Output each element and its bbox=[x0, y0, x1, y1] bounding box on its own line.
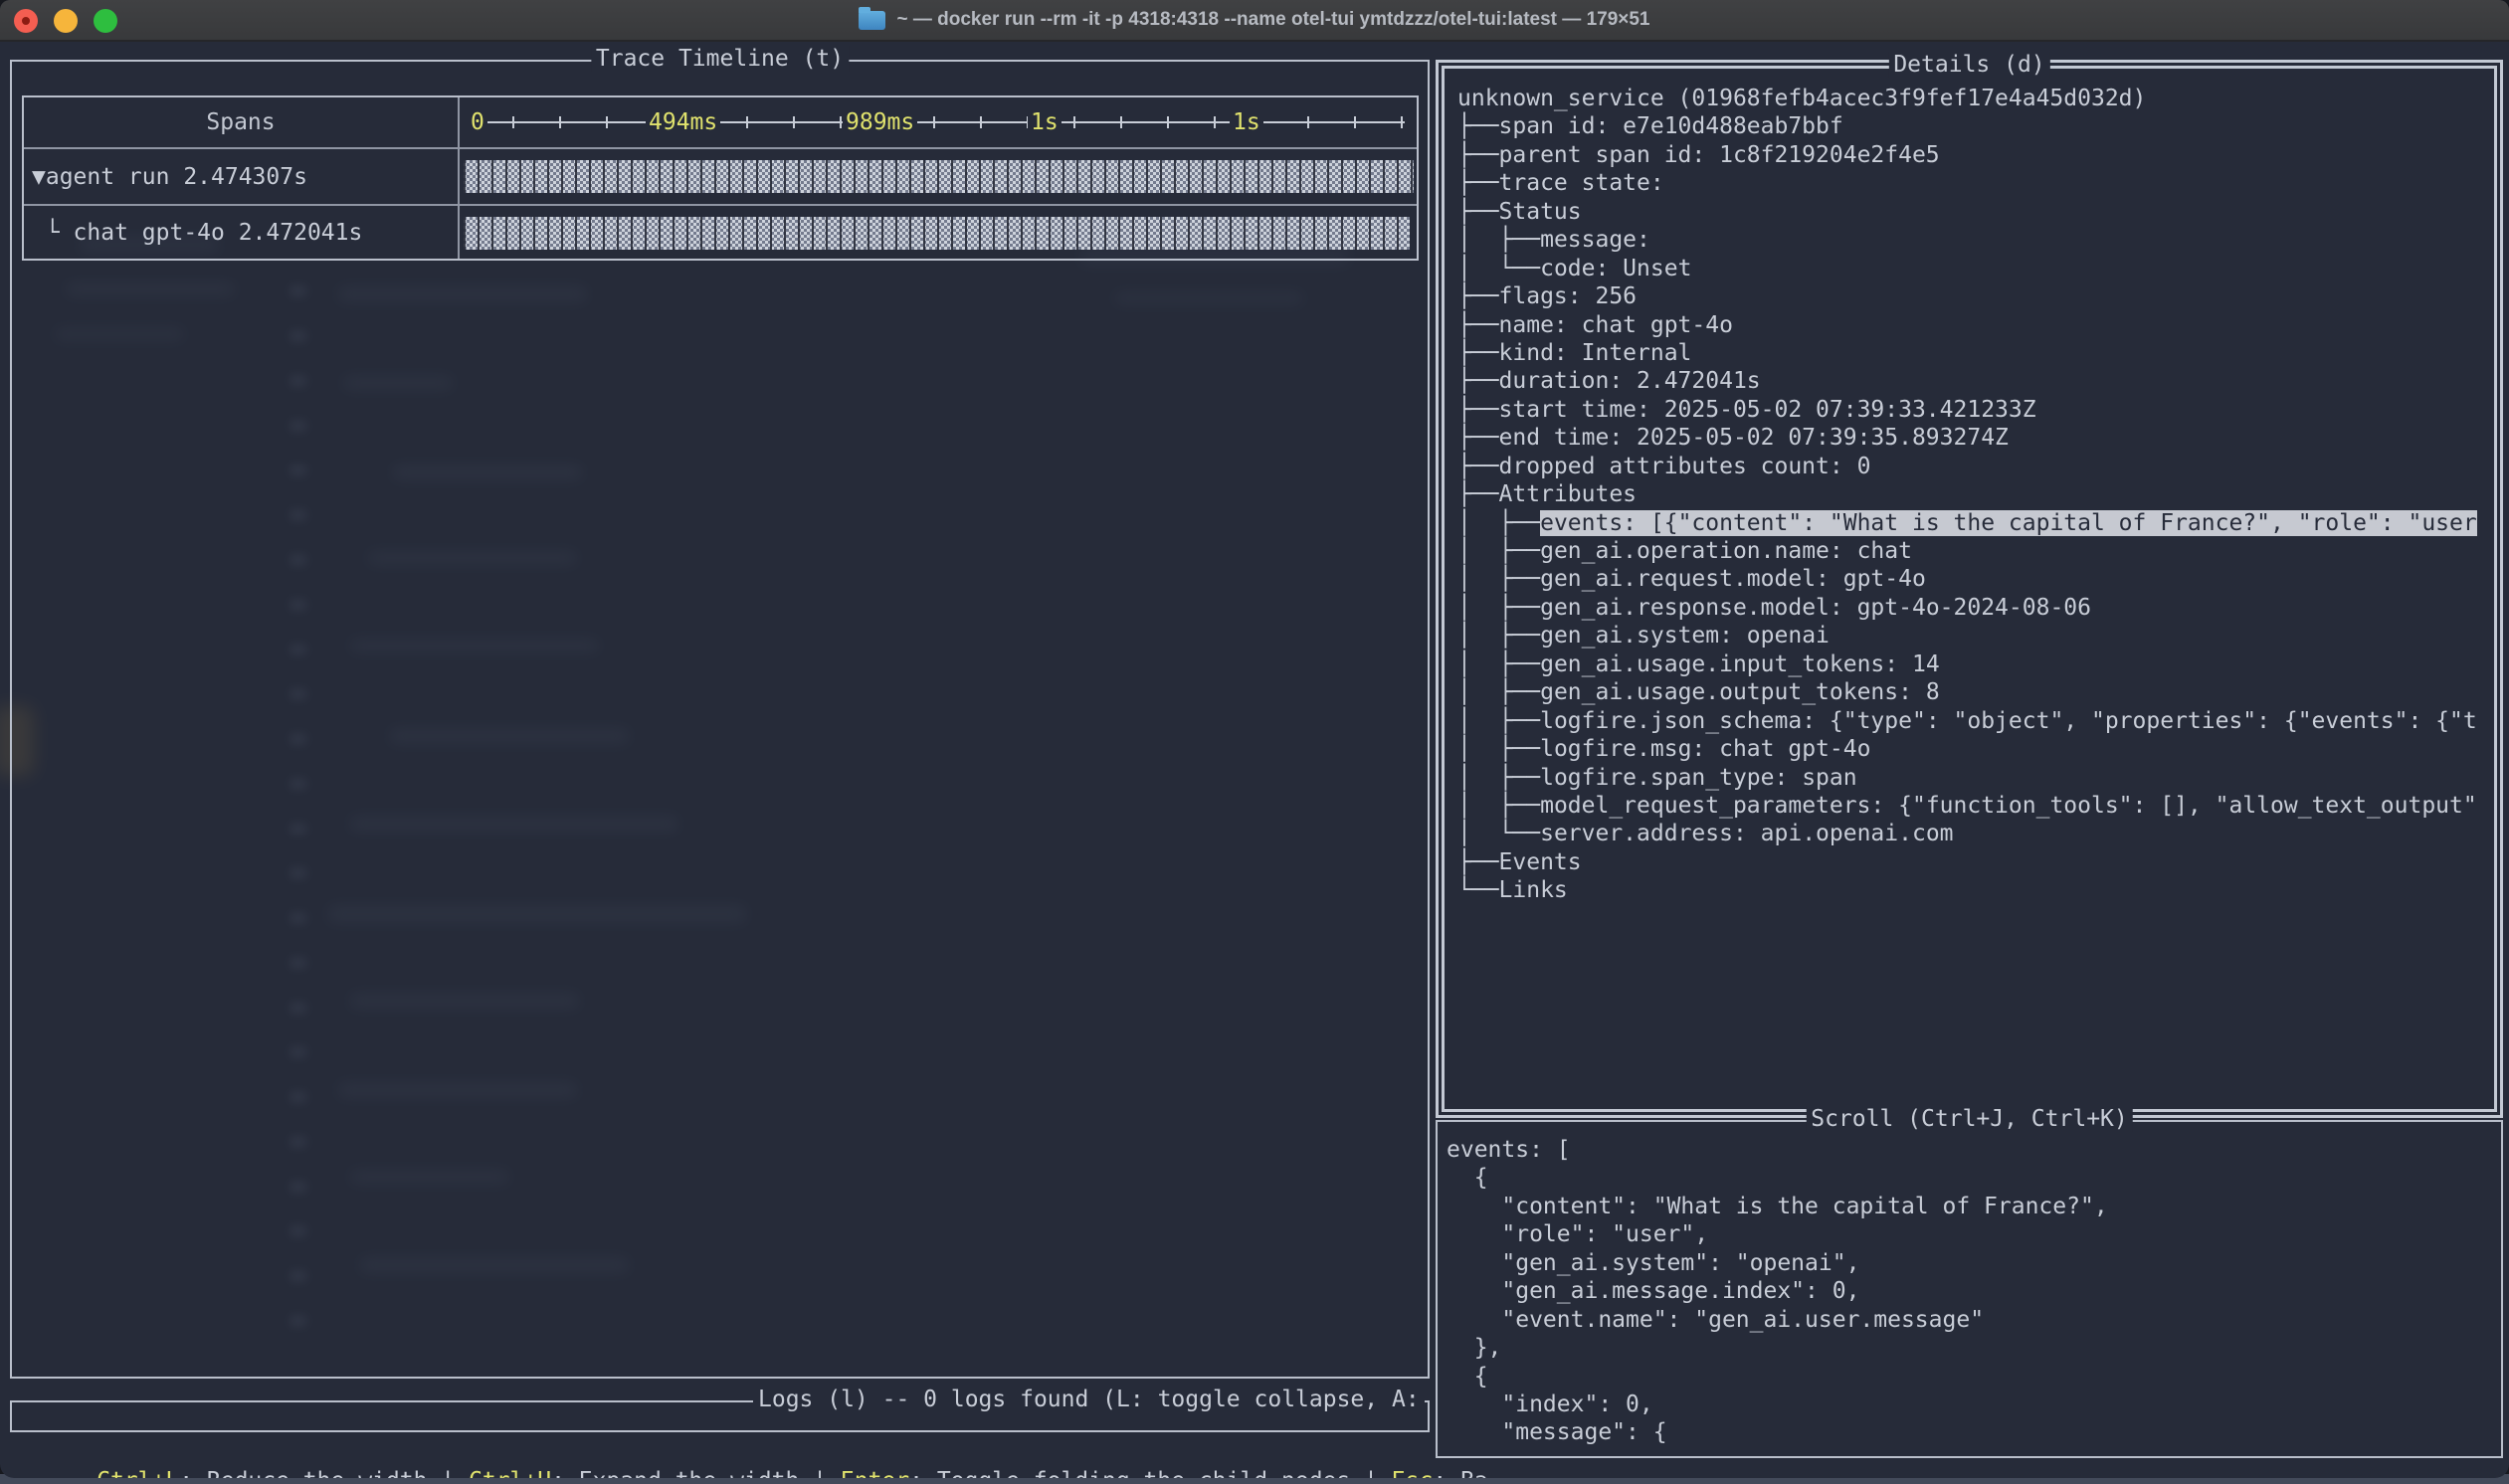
json-line: }, bbox=[1447, 1334, 2497, 1362]
keybinding-key: Ctrl+L bbox=[96, 1468, 179, 1478]
tree-line[interactable]: │ ├──gen_ai.request.model: gpt-4o bbox=[1457, 565, 2490, 593]
tree-line[interactable]: │ ├──gen_ai.operation.name: chat bbox=[1457, 537, 2490, 565]
time-axis-tick: 1s bbox=[1230, 109, 1263, 135]
window-title: ~ — docker run --rm -it -p 4318:4318 --n… bbox=[859, 9, 1649, 31]
spans-column-header: Spans bbox=[24, 109, 458, 135]
logs-panel[interactable]: Logs (l) -- 0 logs found (L: toggle coll… bbox=[10, 1400, 1430, 1432]
json-line: { bbox=[1447, 1363, 2497, 1391]
selected-tree-line-text: events: [{"content": "What is the capita… bbox=[1540, 510, 2477, 536]
keybinding-separator: | bbox=[1350, 1468, 1392, 1478]
tree-line[interactable]: ├──flags: 256 bbox=[1457, 282, 2490, 310]
title-bar: ~ — docker run --rm -it -p 4318:4318 --n… bbox=[0, 0, 2509, 42]
zoom-button[interactable] bbox=[94, 9, 117, 33]
span-label: ▼agent run 2.474307s bbox=[32, 164, 307, 190]
tree-line[interactable]: │ ├──logfire.span_type: span bbox=[1457, 764, 2490, 792]
tree-line[interactable]: ├──name: chat gpt-4o bbox=[1457, 311, 2490, 339]
tree-line[interactable]: │ ├──gen_ai.system: openai bbox=[1457, 622, 2490, 649]
keybinding-key: Esc bbox=[1392, 1468, 1434, 1478]
tree-line[interactable]: ├──Status bbox=[1457, 198, 2490, 226]
tree-line[interactable]: └──Links bbox=[1457, 876, 2490, 904]
tree-line[interactable]: │ └──server.address: api.openai.com bbox=[1457, 820, 2490, 847]
scroll-panel[interactable]: Scroll (Ctrl+J, Ctrl+K) events: [ { "con… bbox=[1436, 1120, 2503, 1458]
logs-panel-title: Logs (l) -- 0 logs found (L: toggle coll… bbox=[753, 1387, 1425, 1412]
scroll-panel-title: Scroll (Ctrl+J, Ctrl+K) bbox=[1806, 1106, 2133, 1132]
tree-line[interactable]: ├──start time: 2025-05-02 07:39:33.42123… bbox=[1457, 396, 2490, 424]
details-tree: unknown_service (01968fefb4acec3f9fef17e… bbox=[1457, 85, 2490, 1105]
keybinding-separator: | bbox=[427, 1468, 469, 1478]
keybinding-desc: : Ba bbox=[1433, 1468, 1487, 1478]
span-duration-bar bbox=[464, 217, 1410, 250]
json-line: "index": 0, bbox=[1447, 1391, 2497, 1418]
time-axis-tick: 1s bbox=[1028, 109, 1062, 135]
trace-timeline-panel-title: Trace Timeline (t) bbox=[591, 46, 849, 72]
json-line: "role": "user", bbox=[1447, 1220, 2497, 1248]
span-label: └ chat gpt-4o 2.472041s bbox=[32, 220, 362, 246]
tree-line[interactable]: │ ├──logfire.msg: chat gpt-4o bbox=[1457, 735, 2490, 763]
keybinding-desc: : Reduce the width bbox=[179, 1468, 427, 1478]
traffic-lights bbox=[14, 9, 117, 33]
json-line: { bbox=[1447, 1164, 2497, 1192]
tree-line[interactable]: ├──parent span id: 1c8f219204e2f4e5 bbox=[1457, 141, 2490, 169]
tree-line-selected[interactable]: │ ├──events: [{"content": "What is the c… bbox=[1457, 509, 2490, 537]
tree-line[interactable]: ├──dropped attributes count: 0 bbox=[1457, 453, 2490, 480]
terminal-screen: Trace Timeline (t) Spans 0 494ms 989ms 1… bbox=[0, 42, 2509, 1478]
time-axis-tick: 989ms bbox=[843, 109, 917, 135]
time-axis-line bbox=[468, 116, 1405, 128]
time-axis-tick: 494ms bbox=[646, 109, 720, 135]
tree-line[interactable]: ├──duration: 2.472041s bbox=[1457, 367, 2490, 395]
tree-line[interactable]: │ ├──gen_ai.response.model: gpt-4o-2024-… bbox=[1457, 594, 2490, 622]
time-axis-tick: 0 bbox=[468, 109, 487, 135]
status-bar: Ctrl+L: Reduce the width | Ctrl+H: Expan… bbox=[14, 1442, 1488, 1478]
span-row-agent-run[interactable]: ▼agent run 2.474307s bbox=[24, 149, 1417, 204]
keybinding-separator: | bbox=[799, 1468, 841, 1478]
terminal-window: ~ — docker run --rm -it -p 4318:4318 --n… bbox=[0, 0, 2509, 1478]
tree-line[interactable]: │ ├──gen_ai.usage.output_tokens: 8 bbox=[1457, 678, 2490, 706]
column-separator bbox=[458, 97, 460, 259]
details-panel: Details (d) unknown_service (01968fefb4a… bbox=[1436, 60, 2503, 1118]
json-line: "gen_ai.message.index": 0, bbox=[1447, 1277, 2497, 1305]
tree-line[interactable]: │ ├──model_request_parameters: {"functio… bbox=[1457, 792, 2490, 820]
trace-timeline-panel: Trace Timeline (t) Spans 0 494ms 989ms 1… bbox=[10, 60, 1430, 1379]
keybinding-desc: : Expand the width bbox=[551, 1468, 799, 1478]
span-row-chat-gpt-4o[interactable]: └ chat gpt-4o 2.472041s bbox=[24, 204, 1417, 259]
tree-line[interactable]: │ ├──message: bbox=[1457, 226, 2490, 254]
keybinding-desc: : Toggle folding the child nodes bbox=[909, 1468, 1350, 1478]
details-panel-title: Details (d) bbox=[1888, 52, 2049, 78]
spans-table-header: Spans 0 494ms 989ms 1s 1s bbox=[24, 97, 1417, 149]
tree-line-service[interactable]: unknown_service (01968fefb4acec3f9fef17e… bbox=[1457, 85, 2490, 112]
window-title-text: ~ — docker run --rm -it -p 4318:4318 --n… bbox=[896, 9, 1649, 31]
tree-line[interactable]: ├──end time: 2025-05-02 07:39:35.893274Z bbox=[1457, 424, 2490, 452]
keybinding-key: Enter bbox=[841, 1468, 909, 1478]
time-axis: 0 494ms 989ms 1s 1s bbox=[462, 97, 1415, 147]
json-preview: events: [ { "content": "What is the capi… bbox=[1447, 1136, 2497, 1454]
tree-line[interactable]: │ ├──gen_ai.usage.input_tokens: 14 bbox=[1457, 650, 2490, 678]
folder-icon bbox=[859, 11, 885, 30]
tree-line[interactable]: │ ├──logfire.json_schema: {"type": "obje… bbox=[1457, 707, 2490, 735]
span-duration-bar bbox=[464, 160, 1414, 193]
tree-line[interactable]: ├──Events bbox=[1457, 848, 2490, 876]
minimize-button[interactable] bbox=[54, 9, 78, 33]
json-line: "content": "What is the capital of Franc… bbox=[1447, 1193, 2497, 1220]
json-line: "message": { bbox=[1447, 1418, 2497, 1446]
tree-line[interactable]: ├──trace state: bbox=[1457, 169, 2490, 197]
json-line: "gen_ai.system": "openai", bbox=[1447, 1249, 2497, 1277]
spans-table: Spans 0 494ms 989ms 1s 1s ▼agent run 2.4… bbox=[22, 95, 1419, 261]
close-button[interactable] bbox=[14, 9, 38, 33]
tree-line[interactable]: ├──Attributes bbox=[1457, 480, 2490, 508]
tree-line[interactable]: ├──kind: Internal bbox=[1457, 339, 2490, 367]
json-line: "event.name": "gen_ai.user.message" bbox=[1447, 1306, 2497, 1334]
json-line: events: [ bbox=[1447, 1136, 2497, 1164]
keybinding-key: Ctrl+H bbox=[469, 1468, 551, 1478]
tree-line[interactable]: ├──span id: e7e10d488eab7bbf bbox=[1457, 112, 2490, 140]
tree-line[interactable]: │ └──code: Unset bbox=[1457, 255, 2490, 282]
